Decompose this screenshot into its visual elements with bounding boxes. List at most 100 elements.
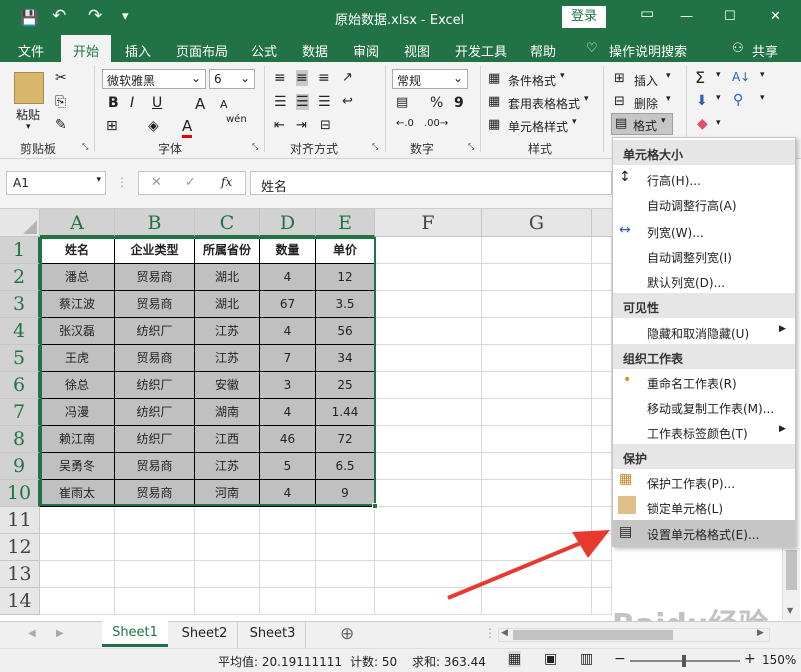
data-cell[interactable]: 贸易商 — [115, 291, 195, 318]
select-all-corner[interactable] — [0, 209, 40, 237]
data-cell[interactable]: 4 — [260, 399, 316, 426]
grid-cell[interactable] — [40, 561, 115, 588]
data-cell[interactable]: 纺织厂 — [115, 399, 195, 426]
header-cell[interactable]: 企业类型 — [115, 237, 195, 264]
phonetic-button[interactable]: wén — [226, 114, 247, 125]
menu-item-hide-unhide[interactable]: 隐藏和取消隐藏(U) — [613, 319, 795, 344]
grid-cell[interactable] — [482, 291, 592, 318]
align-right-icon[interactable]: ☰ — [318, 94, 331, 110]
clipboard-launcher-icon[interactable]: ⤡ — [82, 142, 88, 152]
grid-cell[interactable] — [316, 507, 375, 534]
enter-icon[interactable]: ✓ — [185, 175, 196, 190]
scroll-down-icon[interactable]: ▼ — [787, 606, 793, 615]
data-cell[interactable]: 潘总 — [40, 264, 115, 291]
sheet-tab-3[interactable]: Sheet3 — [240, 622, 306, 648]
grid-cell[interactable] — [195, 507, 260, 534]
row-header[interactable]: 7 — [0, 399, 40, 426]
minimize-button[interactable]: — — [680, 9, 693, 24]
column-header-d[interactable]: D — [260, 209, 316, 237]
row-header[interactable]: 8 — [0, 426, 40, 453]
grid-cell[interactable] — [482, 264, 592, 291]
data-cell[interactable]: 江苏 — [195, 453, 260, 480]
bold-button[interactable]: B — [108, 95, 119, 111]
grid-cell[interactable] — [195, 534, 260, 561]
grid-cell[interactable] — [375, 453, 482, 480]
align-center-icon[interactable]: ☰ — [296, 94, 309, 110]
column-header-f[interactable]: F — [375, 209, 482, 237]
grid-cell[interactable] — [482, 237, 592, 264]
grid-cell[interactable] — [592, 453, 612, 480]
alignment-launcher-icon[interactable]: ⤡ — [372, 142, 378, 152]
grid-cell[interactable] — [40, 588, 115, 615]
grid-cell[interactable] — [260, 588, 316, 615]
data-cell[interactable]: 河南 — [195, 480, 260, 507]
autosum-icon[interactable]: Σ — [695, 68, 705, 87]
paste-icon[interactable] — [14, 72, 44, 104]
underline-button[interactable]: U — [152, 95, 162, 111]
align-top-icon[interactable]: ≡ — [274, 70, 286, 86]
grid-cell[interactable] — [375, 372, 482, 399]
merge-center-icon[interactable]: ⊟ — [320, 118, 331, 133]
copy-icon[interactable]: ⎘ — [55, 94, 66, 110]
row-header[interactable]: 14 — [0, 588, 40, 615]
zoom-slider[interactable] — [630, 655, 740, 667]
row-header[interactable]: 6 — [0, 372, 40, 399]
grow-font-button[interactable]: A — [195, 95, 205, 113]
column-header-e[interactable]: E — [316, 209, 375, 237]
grid-cell[interactable] — [260, 534, 316, 561]
delete-button[interactable]: 删除 — [634, 95, 658, 112]
data-cell[interactable]: 贸易商 — [115, 453, 195, 480]
grid-cell[interactable] — [40, 507, 115, 534]
grid-cell[interactable] — [375, 264, 482, 291]
header-cell[interactable]: 单价 — [316, 237, 375, 264]
data-cell[interactable]: 4 — [260, 480, 316, 507]
border-icon[interactable]: ⊞ — [106, 118, 118, 134]
grid-cell[interactable] — [195, 561, 260, 588]
data-cell[interactable]: 湖北 — [195, 291, 260, 318]
menu-item-rename-sheet[interactable]: 重命名工作表(R) — [613, 369, 795, 394]
header-cell[interactable]: 所属省份 — [195, 237, 260, 264]
data-cell[interactable]: 江西 — [195, 426, 260, 453]
hscroll-thumb[interactable] — [513, 630, 673, 640]
tab-developer[interactable]: 开发工具 — [455, 41, 507, 60]
fill-icon[interactable]: ⬇ — [696, 93, 708, 109]
clear-icon[interactable]: ◆ — [697, 116, 708, 132]
font-name-select[interactable]: 微软雅黑 ⌄ — [102, 69, 206, 89]
paste-dropdown-icon[interactable]: ▾ — [26, 122, 31, 132]
menu-item-autofit-row[interactable]: 自动调整行高(A) — [613, 191, 795, 216]
zoom-slider-thumb[interactable] — [682, 655, 686, 667]
data-cell[interactable]: 张汉磊 — [40, 318, 115, 345]
customize-qat-icon[interactable]: ▾ — [122, 9, 129, 24]
data-cell[interactable]: 江苏 — [195, 318, 260, 345]
grid-cell[interactable] — [375, 345, 482, 372]
menu-item-tab-color[interactable]: 工作表标签颜色(T) — [613, 419, 795, 444]
data-cell[interactable]: 4 — [260, 318, 316, 345]
number-format-select[interactable]: 常规 ⌄ — [392, 69, 468, 89]
paste-button[interactable]: 粘贴 — [16, 106, 40, 123]
formula-input[interactable]: 姓名 — [250, 171, 612, 195]
increase-indent-icon[interactable]: ⇥ — [296, 118, 307, 133]
grid-cell[interactable] — [482, 480, 592, 507]
percent-button[interactable]: % — [430, 95, 443, 111]
orientation-icon[interactable]: ↗ — [342, 70, 353, 85]
data-cell[interactable]: 纺织厂 — [115, 318, 195, 345]
zoom-out-button[interactable]: − — [614, 651, 626, 667]
column-header-c[interactable]: C — [195, 209, 260, 237]
normal-view-icon[interactable]: ▦ — [508, 651, 522, 667]
comma-button[interactable]: 9 — [454, 95, 464, 111]
conditional-format-button[interactable]: 条件格式 — [508, 72, 556, 89]
row-header[interactable]: 10 — [0, 480, 40, 507]
restore-button[interactable]: ☐ — [724, 9, 736, 24]
row-header[interactable]: 9 — [0, 453, 40, 480]
grid-cell[interactable] — [375, 318, 482, 345]
data-cell[interactable]: 徐总 — [40, 372, 115, 399]
tab-help[interactable]: 帮助 — [530, 41, 556, 60]
data-cell[interactable]: 赖江南 — [40, 426, 115, 453]
grid-cell[interactable] — [482, 399, 592, 426]
tab-home[interactable]: 开始 — [61, 35, 111, 62]
zoom-level[interactable]: 150% — [762, 653, 796, 667]
grid-cell[interactable] — [592, 264, 612, 291]
scroll-right-icon[interactable]: ▶ — [757, 628, 764, 638]
tab-view[interactable]: 视图 — [404, 41, 430, 60]
data-cell[interactable]: 34 — [316, 345, 375, 372]
